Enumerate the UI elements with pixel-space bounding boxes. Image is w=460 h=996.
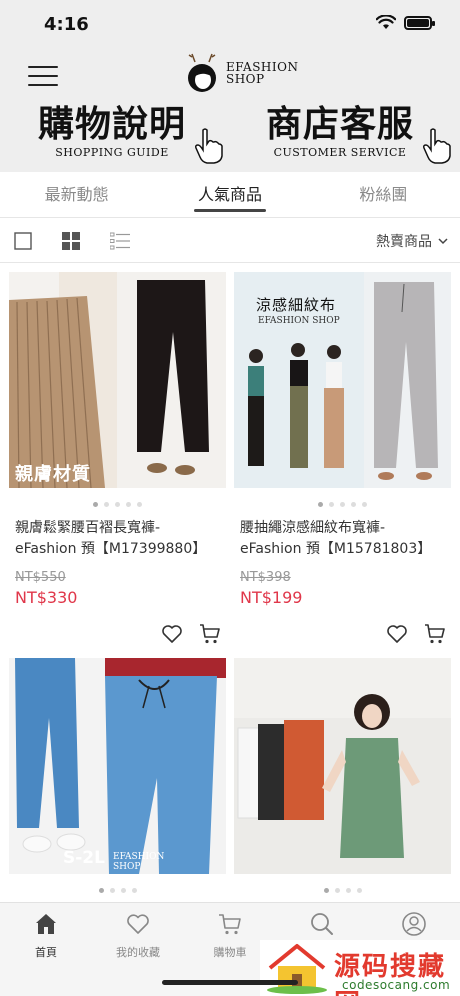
product-image[interactable]: S-2L EFASHION SHOP [9, 658, 226, 874]
home-icon [36, 914, 56, 934]
grid-view-icon[interactable] [62, 232, 80, 250]
single-view-icon[interactable] [14, 232, 32, 250]
pager-dot [115, 502, 120, 507]
pager-dot [126, 502, 131, 507]
product-card[interactable]: S-2L EFASHION SHOP [9, 658, 226, 918]
site-watermark: 源码搜藏网 codesocang.com [260, 940, 460, 996]
image-pager [234, 888, 451, 893]
shopping-guide-banner[interactable]: 購物說明 SHOPPING GUIDE [38, 104, 186, 159]
chevron-down-icon [438, 237, 448, 244]
logo-girl-icon [188, 53, 216, 92]
product-image[interactable] [234, 658, 451, 874]
pager-dot [109, 888, 115, 893]
product-overlay-size: S-2L [63, 848, 105, 868]
nav-home-label: 首頁 [35, 946, 57, 959]
pager-dot [362, 502, 367, 507]
status-icons [376, 15, 435, 30]
customer-service-title: 商店客服 [266, 103, 415, 145]
product-card[interactable]: 涼感細紋布 EFASHION SHOP 腰抽繩涼感細紋布寬褲-eFashion … [234, 272, 451, 652]
pager-dot [329, 502, 334, 507]
pager-dot [93, 502, 98, 507]
customer-service-banner[interactable]: 商店客服 CUSTOMER SERVICE [266, 104, 414, 159]
product-image[interactable]: 涼感細紋布 EFASHION SHOP [234, 272, 451, 488]
product-card[interactable]: 親膚材質 親膚鬆緊腰百褶長寬褲-eFashion 預【M17399880】 NT… [9, 272, 226, 652]
product-overlay-brand: EFASHION SHOP [258, 316, 340, 326]
list-toolbar: 熱賣商品 [0, 219, 460, 263]
product-image[interactable]: 親膚材質 [9, 272, 226, 488]
house-logo-icon [267, 944, 327, 994]
product-overlay-brand: EFASHION SHOP [113, 852, 165, 872]
sort-label: 熱賣商品 [376, 234, 432, 250]
pager-dot [318, 502, 323, 507]
product-name[interactable]: 腰抽繩涼感細紋布寬褲-eFashion 預【M15781803】 [240, 518, 445, 560]
sale-price: NT$330 [15, 588, 78, 607]
nav-favorites-label: 我的收藏 [116, 946, 160, 959]
heart-icon[interactable] [160, 622, 184, 646]
cart-icon[interactable] [198, 622, 222, 646]
jeans-photo [9, 658, 226, 874]
pager-dot [98, 888, 104, 893]
menu-line [28, 84, 58, 86]
shop-header: EFASHION SHOP 購物說明 SHOPPING GUIDE 商店客服 C… [0, 48, 460, 172]
pager-dot [137, 502, 142, 507]
cart-icon [219, 914, 241, 935]
card-actions [160, 622, 222, 646]
category-tabs: 最新動態 人氣商品 粉絲團 [0, 172, 460, 218]
nav-home[interactable]: 首頁 [0, 903, 92, 996]
battery-icon [404, 15, 435, 30]
pager-dot [323, 888, 329, 893]
home-indicator [162, 980, 298, 985]
customer-service-subtitle: CUSTOMER SERVICE [273, 146, 407, 159]
menu-button[interactable] [28, 66, 58, 86]
app-screen: 4:16 EFASHION SHOP 購物說明 SHOPPING GUIDE 商… [0, 0, 460, 996]
pager-dot [356, 888, 362, 893]
product-card[interactable] [234, 658, 451, 918]
pager-dot [131, 888, 137, 893]
menu-line [28, 66, 58, 68]
pointing-hand-icon [195, 128, 223, 164]
original-price: NT$398 [240, 570, 291, 585]
sale-price: NT$199 [240, 588, 303, 607]
image-pager [9, 888, 226, 893]
cart-icon[interactable] [423, 622, 447, 646]
menu-line [28, 75, 58, 77]
tshirt-photo [234, 658, 451, 874]
pager-dot [120, 888, 126, 893]
product-overlay-label: 親膚材質 [15, 464, 91, 485]
pager-dot [340, 502, 345, 507]
product-name[interactable]: 親膚鬆緊腰百褶長寬褲-eFashion 預【M17399880】 [15, 518, 220, 560]
status-time: 4:16 [44, 14, 89, 35]
status-bar: 4:16 [0, 0, 460, 48]
pager-dot [351, 502, 356, 507]
pager-dot [334, 888, 340, 893]
image-pager [9, 502, 226, 507]
heart-icon [127, 914, 149, 934]
tab-latest[interactable]: 最新動態 [0, 172, 153, 217]
logo-line-2: SHOP [226, 72, 265, 86]
heart-icon[interactable] [385, 622, 409, 646]
wifi-icon [376, 15, 396, 29]
pleated-pants-photo [9, 272, 226, 488]
image-pager [234, 502, 451, 507]
original-price: NT$550 [15, 570, 66, 585]
shopping-guide-title: 購物說明 [38, 103, 187, 145]
watermark-domain: codesocang.com [342, 978, 451, 992]
shop-logo[interactable]: EFASHION SHOP [182, 52, 298, 94]
list-view-icon[interactable] [110, 232, 130, 250]
shopping-guide-subtitle: SHOPPING GUIDE [55, 146, 169, 159]
sort-dropdown[interactable]: 熱賣商品 [376, 231, 448, 251]
tab-popular-products[interactable]: 人氣商品 [153, 172, 306, 217]
tab-fan-page[interactable]: 粉絲團 [307, 172, 460, 217]
pointing-hand-icon [423, 128, 451, 164]
pager-dot [104, 502, 109, 507]
card-actions [385, 622, 447, 646]
product-overlay-title: 涼感細紋布 [256, 296, 337, 314]
user-icon [402, 912, 426, 936]
search-icon [311, 913, 333, 935]
pager-dot [345, 888, 351, 893]
